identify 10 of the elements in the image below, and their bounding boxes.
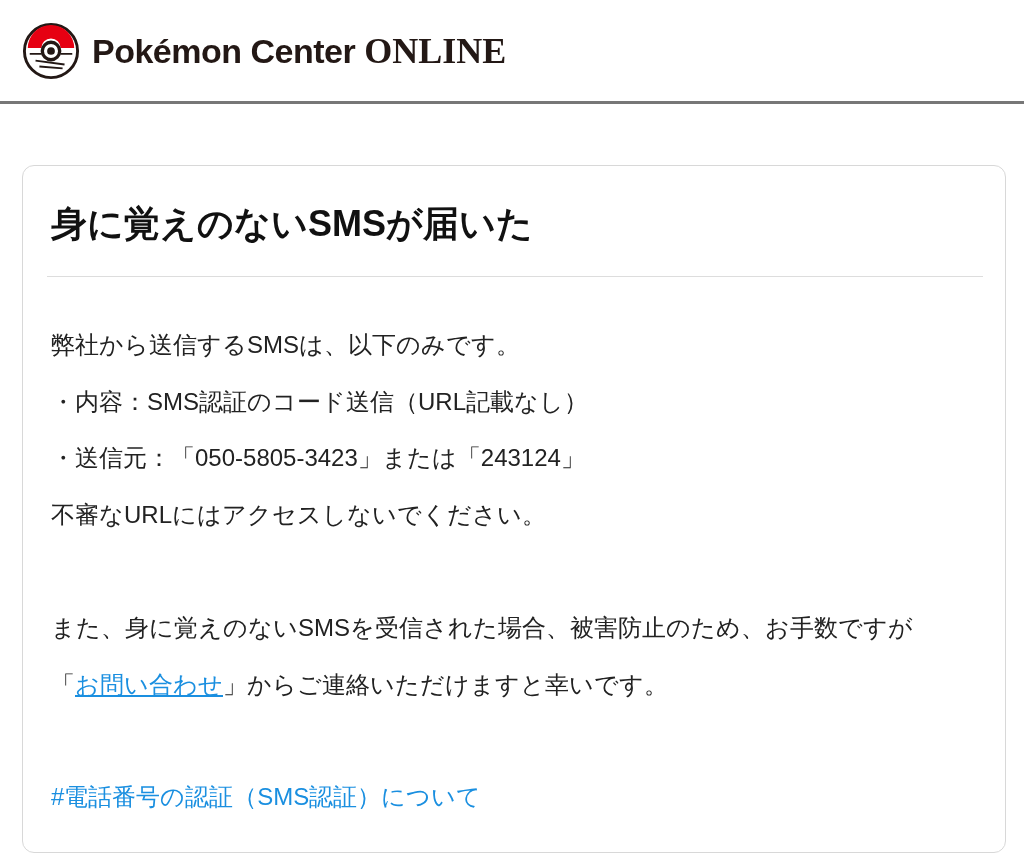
notice-paragraph: また、身に覚えのないSMSを受信された場合、被害防止のため、お手数ですが「お問い合わせ」からご連絡いただけますと幸いです。 [51, 613, 914, 700]
card-title: 身に覚えのないSMSが届いた [50, 202, 534, 246]
contact-link[interactable]: お問い合わせ [75, 670, 223, 698]
info-text: ・内容：SMS認証のコード送信（URL記載なし） [51, 386, 589, 417]
brand-wordmark: Pokémon Center ONLINE [92, 29, 507, 72]
info-text: 不審なURLにはアクセスしないでください。 [51, 499, 546, 530]
info-text: 弊社から送信するSMSは、以下のみです。 [51, 330, 520, 360]
sms-auth-link[interactable]: #電話番号の認証（SMS認証）について [51, 769, 482, 826]
poke-ball-logo-icon [22, 21, 80, 80]
info-text: ・送信元：「050-5805-3423」または「243124」 [51, 443, 585, 473]
